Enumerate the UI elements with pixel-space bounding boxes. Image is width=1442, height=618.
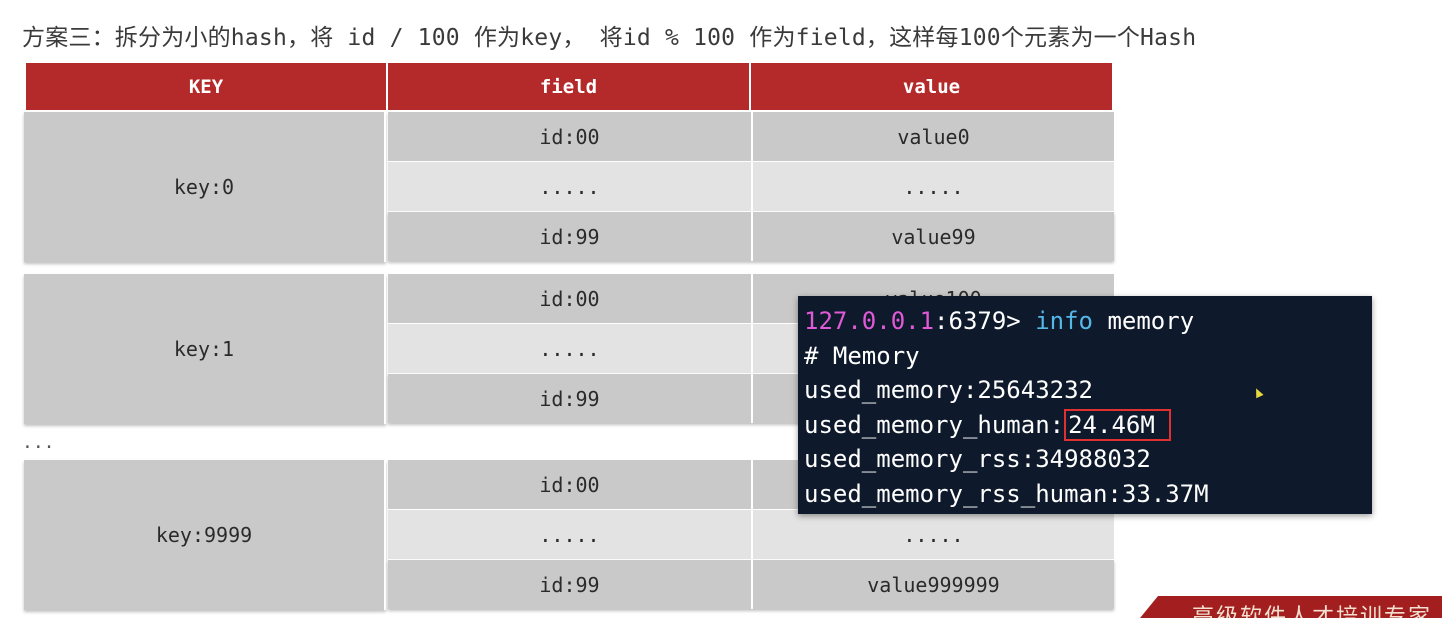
command-arg: memory <box>1093 307 1195 335</box>
banner-text: 高级软件人才培训专家 <box>1192 605 1433 618</box>
used-memory-rss-human: used_memory_rss_human:33.37M <box>804 479 1209 508</box>
field-cell: id:99 <box>539 386 600 411</box>
key-cell: key:9999 <box>24 460 386 610</box>
used-memory: used_memory:25643232 <box>804 376 1093 404</box>
key-cell: key:0 <box>24 112 386 262</box>
command-text: info <box>1035 307 1093 335</box>
field-cell: id:99 <box>539 572 600 597</box>
memory-section: # Memory <box>804 341 920 370</box>
table-row: id:99 value99 <box>388 212 1114 261</box>
value-cell: value999999 <box>751 560 1114 609</box>
field-cell: id:00 <box>539 472 600 497</box>
used-memory-human: used_memory_human: 24.46M <box>804 408 1372 443</box>
header-value: value <box>749 63 1112 110</box>
prompt-port: :6379> <box>934 307 1036 335</box>
field-cell: id:99 <box>539 224 600 249</box>
redis-terminal: 127.0.0.1:6379> info memory # Memory use… <box>798 296 1372 514</box>
value-cell: ..... <box>751 162 1114 211</box>
field-cell: ..... <box>539 522 600 547</box>
table-header: KEY field value <box>26 63 1112 110</box>
field-cell: id:00 <box>539 286 600 311</box>
used-memory-human-label: used_memory_human: <box>804 410 1065 439</box>
used-memory-rss: used_memory_rss:34988032 <box>804 445 1151 473</box>
table-row: ..... ..... <box>388 510 1114 559</box>
value-cell: value99 <box>751 212 1114 261</box>
used-memory-human-value: 24.46M <box>1064 408 1171 441</box>
table-row: ..... ..... <box>388 162 1114 211</box>
value-cell: value0 <box>751 112 1114 161</box>
value-cell: ..... <box>751 510 1114 559</box>
page-heading: 方案三：拆分为小的hash，将 id / 100 作为key， 将id % 10… <box>22 25 1197 51</box>
key-cell: key:1 <box>24 274 386 424</box>
terminal-prompt-line: 127.0.0.1:6379> info memory <box>804 304 1372 339</box>
field-cell: id:00 <box>539 124 600 149</box>
header-key: KEY <box>188 75 224 98</box>
table-row: id:00 value0 <box>388 112 1114 161</box>
table-ellipsis: ... <box>22 432 55 453</box>
field-cell: ..... <box>539 174 600 199</box>
table-row: id:99 value999999 <box>388 560 1114 609</box>
hash-group-key0: key:0 id:00 value0 ..... ..... id:99 val… <box>24 112 1114 262</box>
brand-banner: 高级软件人才培训专家 <box>1140 596 1442 618</box>
field-cell: ..... <box>539 336 600 361</box>
prompt-ip: 127.0.0.1 <box>804 307 935 335</box>
header-field: field <box>386 63 749 110</box>
